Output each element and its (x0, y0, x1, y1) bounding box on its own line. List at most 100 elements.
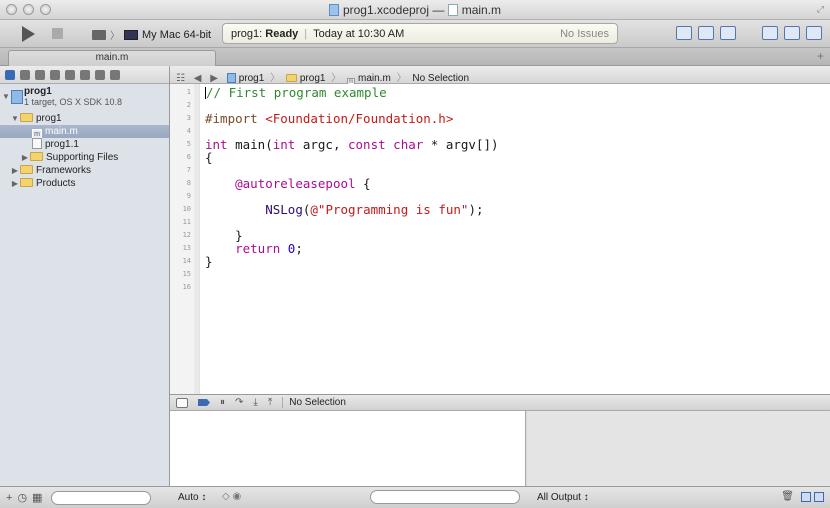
add-file-icon[interactable]: + (6, 492, 12, 504)
source-editor[interactable]: 1 2 3 4 5 6 7 8 9 10 11 12 13 14 15 16 /… (170, 84, 830, 394)
assistant-editor-icon[interactable] (698, 26, 714, 40)
log-navigator-icon[interactable] (110, 69, 120, 80)
issues-indicator[interactable]: No Issues (560, 28, 609, 40)
stop-button[interactable] (52, 28, 63, 39)
search-navigator-icon[interactable] (35, 69, 45, 80)
folder-icon (20, 113, 33, 122)
add-tab-button[interactable]: + (817, 49, 824, 63)
quick-look-icon[interactable]: ◇ ◉ (222, 491, 241, 502)
source-control-filter-icon[interactable]: ▦ (32, 491, 42, 504)
variables-view[interactable] (170, 411, 526, 486)
console-view[interactable] (527, 411, 830, 486)
tree-item-label: main.m (45, 126, 78, 137)
toolbar: 〉 My Mac 64-bit prog1: Ready | Today at 10… (0, 20, 830, 48)
code-keyword: const (348, 137, 386, 152)
project-root[interactable]: ▼ prog1 1 target, OS X SDK 10.8 (0, 86, 169, 112)
window-title: prog1.xcodeproj — main.m (0, 3, 830, 17)
tree-item-main-m[interactable]: m main.m (0, 125, 169, 140)
step-out-icon[interactable]: ⤒ (268, 397, 272, 408)
debug-area-toggle-icon[interactable] (784, 26, 800, 40)
tree-item-prog1-group[interactable]: ▼ prog1 (0, 112, 169, 125)
project-navigator-icon[interactable] (5, 69, 15, 80)
window-title-file: main.m (461, 3, 502, 17)
tree-item-products[interactable]: ▶ Products (0, 177, 169, 190)
navigator-filter-input[interactable] (51, 490, 152, 505)
scheme-target-label: My Mac 64-bit (142, 28, 212, 41)
chevron-right-icon: 〉 (331, 73, 342, 84)
project-icon (226, 73, 236, 83)
line-number: 8 (186, 179, 191, 187)
issue-navigator-icon[interactable] (50, 69, 60, 80)
activity-viewer: prog1: Ready | Today at 10:30 AM No Issues (222, 23, 618, 44)
forward-arrow-icon[interactable]: ▶ (210, 73, 218, 84)
activity-time: Today at 10:30 AM (313, 28, 405, 40)
step-into-icon[interactable]: ⤓ (253, 397, 257, 408)
folder-icon (285, 74, 297, 82)
back-arrow-icon[interactable]: ◀ (194, 73, 202, 84)
tree-item-label: Supporting Files (46, 152, 119, 163)
tree-item-supporting-files[interactable]: ▶ Supporting Files (0, 151, 169, 164)
line-number: 7 (186, 166, 191, 174)
code-line-10: NSLog(@"Programming is fun"); (205, 203, 499, 216)
console-pane-toggle-icon[interactable] (814, 492, 824, 502)
mac-destination-icon (124, 29, 138, 40)
disclosure-open-icon[interactable]: ▼ (2, 92, 10, 101)
code-text-segment: ); (468, 202, 484, 217)
breakpoints-toggle-icon[interactable] (198, 399, 210, 406)
output-scope-selector[interactable]: All Output ↕ (537, 492, 589, 503)
code-text-segment: ; (295, 241, 303, 256)
related-items-icon[interactable]: ☷ (176, 73, 185, 84)
activity-status-value: Ready (265, 28, 299, 40)
tree-item-frameworks[interactable]: ▶ Frameworks (0, 164, 169, 177)
scheme-icon (92, 29, 106, 40)
pause-icon[interactable]: ⏸ (220, 397, 225, 408)
test-navigator-icon[interactable] (65, 69, 75, 80)
disclosure-closed-icon[interactable]: ▶ (10, 177, 20, 190)
line-number: 2 (186, 101, 191, 109)
breadcrumb-project[interactable]: prog1 (239, 73, 265, 84)
step-over-icon[interactable]: ↷ (235, 397, 243, 408)
line-number: 1 (186, 88, 191, 96)
tree-item-prog1-1[interactable]: prog1.1 (0, 138, 169, 151)
console-filter-input[interactable] (370, 490, 520, 504)
folder-icon (20, 165, 33, 174)
source-file-icon (447, 4, 458, 16)
window-title-separator: — (432, 3, 445, 17)
code-text-segment (280, 241, 288, 256)
fullscreen-icon[interactable]: ⤢ (817, 4, 824, 15)
tree-item-label: prog1 (36, 113, 62, 124)
disclosure-closed-icon[interactable]: ▶ (10, 164, 20, 177)
breakpoint-navigator-icon[interactable] (95, 69, 105, 80)
version-editor-icon[interactable] (720, 26, 736, 40)
tab-main-m[interactable]: main.m (8, 50, 216, 66)
trash-icon[interactable]: 🗑 (781, 491, 794, 502)
activity-project: prog1: (231, 28, 263, 40)
variables-scope-selector[interactable]: Auto ↕ (178, 492, 206, 503)
code-keyword: return (235, 241, 281, 256)
variables-pane-toggle-icon[interactable] (801, 492, 811, 502)
breadcrumb-group[interactable]: prog1 (300, 73, 326, 84)
tree-item-label: Products (36, 178, 76, 189)
debug-navigator-icon[interactable] (80, 69, 90, 80)
run-button[interactable] (22, 26, 35, 42)
code-text[interactable]: // First program example #import <Founda… (205, 86, 499, 268)
code-text-segment: argc, (295, 137, 348, 152)
folder-icon (30, 152, 43, 161)
line-number: 13 (182, 244, 191, 252)
recent-files-icon[interactable]: ◷ (17, 491, 27, 504)
breadcrumb-symbol[interactable]: No Selection (412, 73, 469, 84)
project-name: prog1 (24, 86, 52, 97)
symbol-navigator-icon[interactable] (20, 69, 30, 80)
hide-debug-area-icon[interactable] (176, 397, 188, 408)
standard-editor-icon[interactable] (676, 26, 692, 40)
navigator-toggle-icon[interactable] (762, 26, 778, 40)
line-number: 16 (182, 283, 191, 291)
disclosure-open-icon[interactable]: ▼ (10, 112, 20, 125)
disclosure-closed-icon[interactable]: ▶ (20, 151, 30, 164)
line-number: 14 (182, 257, 191, 265)
scheme-selector[interactable]: 〉 My Mac 64-bit (92, 27, 211, 42)
breadcrumb-file[interactable]: main.m (358, 73, 391, 84)
code-keyword: @autoreleasepool (235, 176, 356, 191)
debug-pane-toggles (801, 492, 824, 502)
utilities-toggle-icon[interactable] (806, 26, 822, 40)
